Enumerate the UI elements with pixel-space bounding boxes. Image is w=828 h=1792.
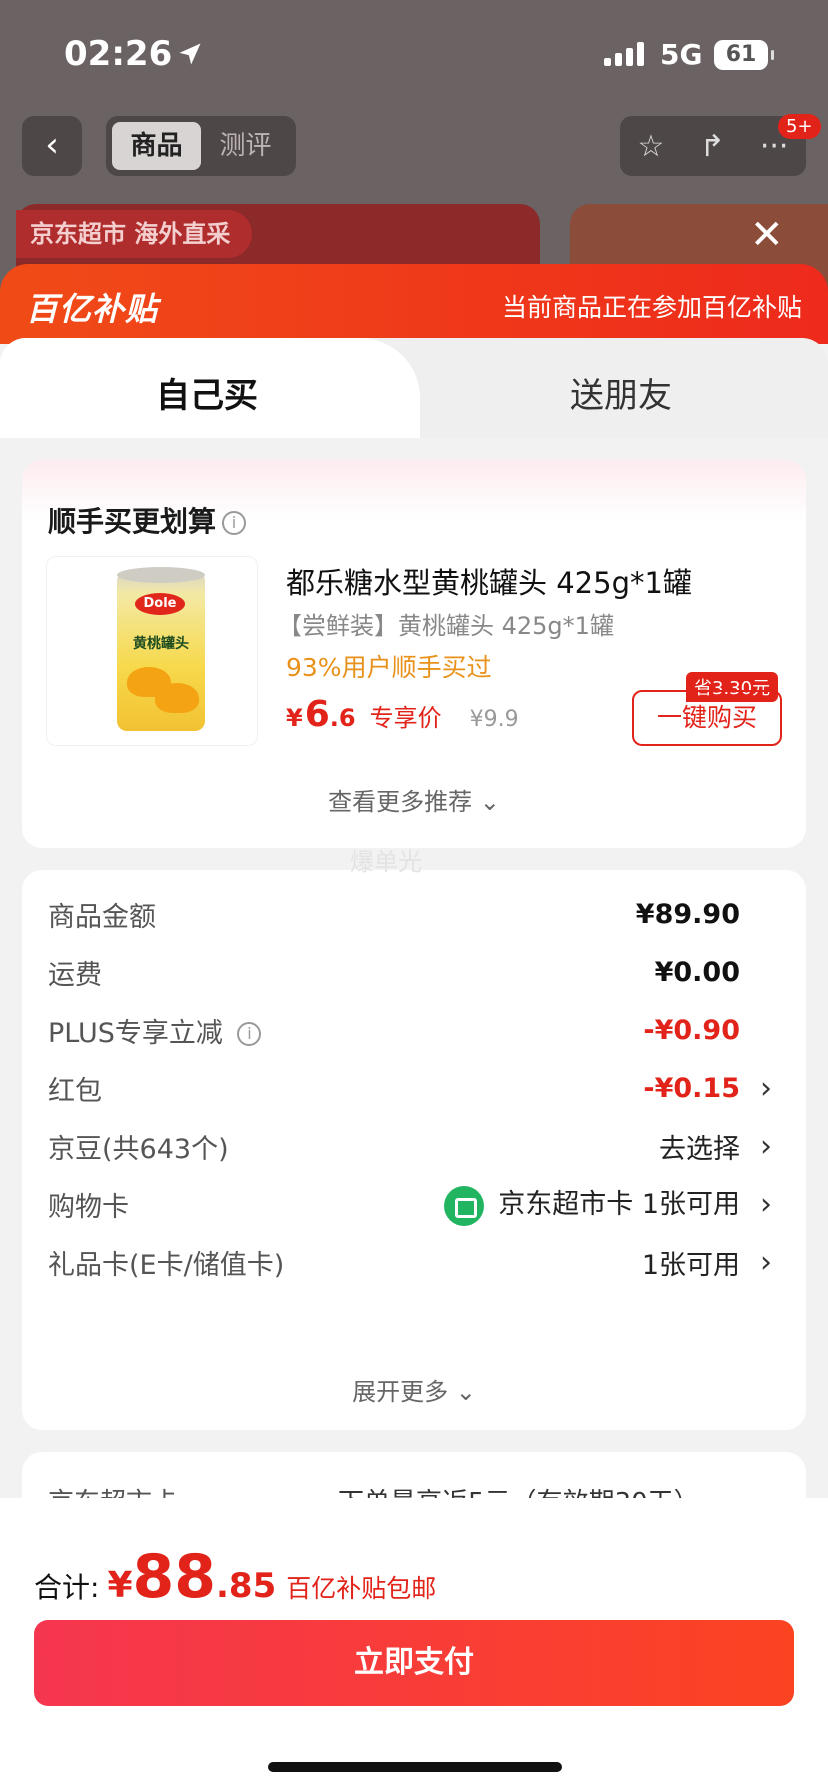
cost-value: -¥0.90 (643, 1014, 740, 1046)
nav-tabs: 商品 测评 (106, 116, 296, 176)
jd-supermarket-card-icon (444, 1185, 485, 1226)
cost-value: -¥0.15 (643, 1072, 740, 1104)
original-price: ¥9.9 (469, 707, 519, 732)
banner-tag: 京东超市 海外直采 (16, 210, 253, 258)
price-dec: .6 (329, 704, 356, 732)
info-icon[interactable]: i (237, 1022, 262, 1046)
cost-row: 运费 ¥0.00 (48, 952, 788, 992)
network-type: 5G (660, 38, 703, 71)
tab-product[interactable]: 商品 (112, 122, 201, 170)
battery-icon: 61 (714, 40, 774, 70)
watermark: 爆单光 (350, 848, 422, 876)
status-bar: 02:26 5G 61 (0, 0, 828, 110)
total-label: 合计: (34, 1571, 100, 1604)
purchase-mode-tabs: 自己买 送朋友 (0, 338, 828, 438)
more-recommend-link[interactable]: 查看更多推荐 ⌄ (22, 782, 806, 817)
chevron-down-icon: ⌄ (479, 788, 500, 816)
cost-value: 京东超市卡 1张可用 (444, 1182, 740, 1226)
sheet-content: 顺手买更划算 i Dole 黄桃罐头 都乐糖水型黄桃罐头 425g*1罐 【尝鲜装… (0, 438, 828, 1498)
sheet-header: 百亿补贴 当前商品正在参加百亿补贴 (0, 264, 828, 344)
cost-row: PLUS专享立减 i -¥0.90 (48, 1010, 788, 1050)
close-icon[interactable]: ✕ (750, 212, 784, 258)
total-symbol: ¥ (107, 1565, 133, 1606)
chevron-right-icon: › (760, 1244, 772, 1280)
cashback-card: 京东超市卡 下单最高返5元（有效期30天） (22, 1452, 806, 1498)
cost-value: 去选择 (659, 1133, 740, 1165)
location-arrow-icon (179, 43, 201, 65)
cost-value: ¥89.90 (635, 898, 740, 930)
cost-label: 礼品卡(E卡/储值卡) (48, 1249, 285, 1281)
product-subtitle: 【尝鲜装】黄桃罐头 425g*1罐 (278, 612, 614, 640)
product-name[interactable]: 都乐糖水型黄桃罐头 425g*1罐 (286, 560, 692, 602)
peach-slice (155, 683, 199, 713)
one-click-buy-button[interactable]: 一键购买 (632, 690, 782, 746)
pay-now-button[interactable]: 立即支付 (34, 1620, 794, 1706)
chevron-right-icon: › (760, 1070, 772, 1106)
cashback-label: 京东超市卡 (48, 1482, 178, 1498)
expand-more-link[interactable]: 展开更多 ⌄ (22, 1372, 806, 1407)
cost-row[interactable]: 红包 -¥0.15 › (48, 1068, 788, 1108)
cost-row: 商品金额 ¥89.90 (48, 894, 788, 934)
checkout-bar: 合计: ¥ 88 .85 百亿补贴包邮 立即支付 (0, 1498, 828, 1792)
can-lid (117, 567, 205, 583)
total-dec: .85 (216, 1566, 277, 1606)
tab-buy-self[interactable]: 自己买 (156, 368, 258, 417)
chevron-right-icon: › (760, 1128, 772, 1164)
cost-row[interactable]: 购物卡 京东超市卡 1张可用 › (48, 1182, 788, 1226)
status-time: 02:26 (64, 34, 173, 74)
cost-label: 购物卡 (48, 1191, 129, 1223)
product-rate: 93%用户顺手买过 (286, 653, 492, 682)
chevron-right-icon: › (760, 1186, 772, 1222)
chevron-down-icon: ⌄ (455, 1378, 476, 1406)
star-icon[interactable]: ☆ (638, 129, 665, 164)
addon-title: 顺手买更划算 i (48, 500, 247, 540)
product-image[interactable]: Dole 黄桃罐头 (46, 556, 258, 746)
cost-value: 1张可用 (641, 1249, 740, 1281)
can-label: 黄桃罐头 (133, 636, 189, 652)
info-icon[interactable]: i (222, 511, 247, 535)
price-int: 6 (304, 694, 330, 735)
cost-label: 京豆(共643个) (48, 1133, 229, 1165)
price-row: ¥ 6 .6 专享价 ¥9.9 (286, 694, 519, 735)
subsidy-logo: 百亿补贴 (26, 290, 159, 328)
cost-label: 商品金额 (48, 901, 156, 933)
cost-label: 运费 (48, 959, 102, 991)
total-note: 百亿补贴包邮 (286, 1574, 437, 1603)
home-indicator (268, 1762, 562, 1772)
message-badge: 5+ (778, 114, 821, 139)
cost-label: PLUS专享立减 i (48, 1011, 262, 1050)
signal-icon (604, 42, 644, 66)
brand-logo: Dole (135, 593, 185, 615)
subsidy-note: 当前商品正在参加百亿补贴 (501, 293, 802, 322)
back-button[interactable]: ‹ (22, 116, 82, 176)
total-row: 合计: ¥ 88 .85 百亿补贴包邮 (34, 1542, 436, 1612)
cost-row[interactable]: 礼品卡(E卡/储值卡) 1张可用 › (48, 1242, 788, 1282)
cashback-note: 下单最高返5元（有效期30天） (338, 1482, 700, 1498)
total-int: 88 (132, 1542, 217, 1612)
price-symbol: ¥ (286, 704, 303, 732)
tab-review[interactable]: 测评 (201, 122, 290, 170)
cost-value: ¥0.00 (654, 956, 740, 988)
cost-label: 红包 (48, 1075, 102, 1107)
share-icon[interactable]: ↱ (700, 129, 725, 164)
cost-row[interactable]: 京豆(共643个) 去选择 › (48, 1126, 788, 1166)
cost-card: 商品金额 ¥89.90 运费 ¥0.00 PLUS专享立减 i -¥0.90 红… (22, 870, 806, 1430)
addon-card: 顺手买更划算 i Dole 黄桃罐头 都乐糖水型黄桃罐头 425g*1罐 【尝鲜装… (22, 460, 806, 848)
tab-gift-friend[interactable]: 送朋友 (570, 368, 672, 417)
price-label: 专享价 (369, 704, 442, 732)
